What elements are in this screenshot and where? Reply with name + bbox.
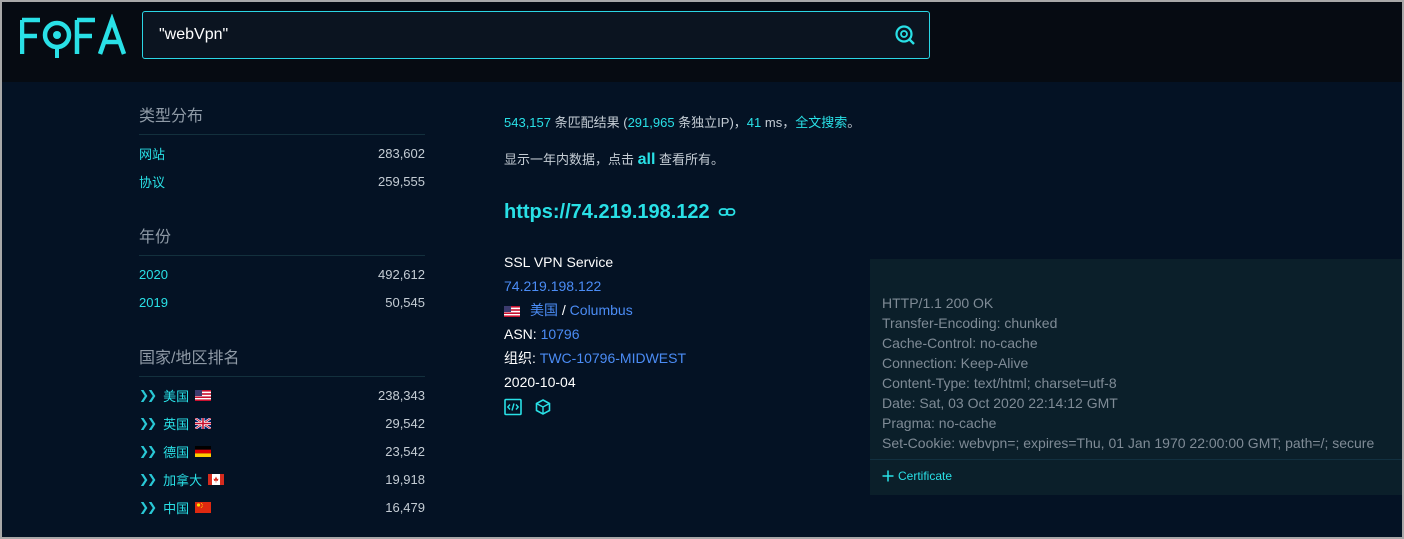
certificate-label: Certificate — [898, 469, 953, 483]
org-label: 组织: — [504, 350, 540, 366]
year-item-label: 2019 — [139, 294, 168, 310]
type-item-count: 283,602 — [378, 145, 425, 161]
type-item-label: 网站 — [139, 146, 166, 162]
country-item-label: 加拿大 — [163, 472, 203, 488]
result-url-link[interactable]: https://74.219.198.122 — [504, 201, 710, 224]
year-item-2020[interactable]: 2020 492,612 — [139, 260, 425, 288]
cube-icon[interactable] — [534, 398, 552, 423]
country-item-count: 19,918 — [385, 471, 425, 487]
stats-end: 。 — [847, 115, 861, 130]
country-item-count: 16,479 — [385, 499, 425, 515]
page-frame: "webVpn" 类型分布 网站 283,602 协议 259,555 年份 2… — [0, 0, 1404, 539]
asn-link[interactable]: 10796 — [541, 326, 580, 342]
country-item-label: 英国 — [163, 416, 190, 432]
total-count-suffix: 条匹配结果 ( — [551, 115, 628, 130]
org-link[interactable]: TWC-10796-MIDWEST — [540, 350, 686, 366]
asn-label: ASN: — [504, 326, 541, 342]
total-count: 543,157 — [504, 115, 551, 130]
result-city-link[interactable]: Columbus — [570, 302, 633, 318]
type-item-protocol[interactable]: 协议 259,555 — [139, 167, 425, 195]
link-icon[interactable] — [718, 201, 736, 224]
top-bar: "webVpn" — [2, 2, 1402, 82]
certificate-toggle[interactable]: Certificate — [882, 469, 952, 483]
http-headers-panel: HTTP/1.1 200 OK Transfer-Encoding: chunk… — [870, 259, 1402, 495]
country-item-label-group: ❯❯ 中国 — [139, 498, 212, 517]
type-distribution-heading: 类型分布 — [139, 102, 425, 135]
country-item-de[interactable]: ❯❯ 德国 23,542 — [139, 437, 425, 465]
country-ranking: 国家/地区排名 ❯❯ 美国 238,343 ❯❯ 英国 29,542 ❯❯ 德国… — [139, 344, 425, 521]
cn-flag-icon — [195, 501, 212, 513]
country-ranking-heading: 国家/地区排名 — [139, 344, 425, 377]
query-time: 41 — [746, 115, 762, 130]
country-item-cn[interactable]: ❯❯ 中国 16,479 — [139, 493, 425, 521]
search-input[interactable]: "webVpn" — [142, 11, 930, 59]
country-item-ca[interactable]: ❯❯ 加拿大 19,918 — [139, 465, 425, 493]
year-distribution: 年份 2020 492,612 2019 50,545 — [139, 223, 425, 316]
country-item-label-group: ❯❯ 加拿大 — [139, 470, 225, 489]
type-item-count: 259,555 — [378, 173, 425, 189]
result-card-title: https://74.219.198.122 — [504, 201, 1384, 224]
search-query-text: "webVpn" — [159, 26, 229, 43]
type-item-website[interactable]: 网站 283,602 — [139, 139, 425, 167]
note-suffix: 查看所有。 — [655, 152, 725, 167]
ca-flag-icon — [208, 473, 225, 485]
fofa-logo-icon — [20, 14, 127, 58]
type-distribution: 类型分布 网站 283,602 协议 259,555 — [139, 102, 425, 195]
type-item-label: 协议 — [139, 174, 166, 190]
country-item-uk[interactable]: ❯❯ 英国 29,542 — [139, 409, 425, 437]
year-item-label: 2020 — [139, 266, 168, 282]
us-flag-icon — [504, 305, 520, 317]
de-flag-icon — [195, 445, 212, 457]
plus-icon — [882, 470, 894, 482]
country-item-count: 238,343 — [378, 387, 425, 403]
fofa-logo[interactable] — [20, 14, 128, 60]
country-item-label-group: ❯❯ 德国 — [139, 442, 212, 461]
chevron-right-icon: ❯❯ — [139, 416, 157, 430]
country-item-label: 美国 — [163, 388, 190, 404]
query-time-suffix: ms， — [761, 115, 796, 130]
one-year-note: 显示一年内数据，点击 all 查看所有。 — [504, 149, 1384, 169]
show-all-link[interactable]: all — [638, 151, 656, 168]
chevron-right-icon: ❯❯ — [139, 500, 157, 514]
location-separator: / — [558, 302, 570, 318]
result-country-link[interactable]: 美国 — [530, 302, 558, 318]
note-prefix: 显示一年内数据，点击 — [504, 152, 638, 167]
country-item-us[interactable]: ❯❯ 美国 238,343 — [139, 381, 425, 409]
chevron-right-icon: ❯❯ — [139, 472, 157, 486]
year-item-2019[interactable]: 2019 50,545 — [139, 288, 425, 316]
http-headers-text: HTTP/1.1 200 OK Transfer-Encoding: chunk… — [882, 295, 1375, 451]
search-icon[interactable] — [893, 23, 917, 47]
year-item-count: 50,545 — [385, 294, 425, 310]
unique-ip-count: 291,965 — [627, 115, 675, 130]
filter-sidebar: 类型分布 网站 283,602 协议 259,555 年份 2020 492,6… — [139, 102, 425, 537]
result-stats: 543,157 条匹配结果 (291,965 条独立IP)，41 ms，全文搜索… — [504, 112, 1384, 131]
country-item-count: 29,542 — [385, 415, 425, 431]
us-flag-icon — [195, 389, 212, 401]
divider — [870, 459, 1402, 460]
code-icon[interactable] — [504, 398, 522, 423]
country-item-label: 德国 — [163, 444, 190, 460]
country-item-label-group: ❯❯ 美国 — [139, 386, 212, 405]
year-item-count: 492,612 — [378, 266, 425, 282]
uk-flag-icon — [195, 417, 212, 429]
year-heading: 年份 — [139, 223, 425, 256]
country-item-label: 中国 — [163, 500, 190, 516]
chevron-right-icon: ❯❯ — [139, 388, 157, 402]
chevron-right-icon: ❯❯ — [139, 444, 157, 458]
country-item-count: 23,542 — [385, 443, 425, 459]
result-ip-link[interactable]: 74.219.198.122 — [504, 278, 601, 294]
country-item-label-group: ❯❯ 英国 — [139, 414, 212, 433]
fulltext-search-link[interactable]: 全文搜索 — [795, 115, 847, 130]
unique-ip-suffix: 条独立IP)， — [674, 115, 747, 130]
